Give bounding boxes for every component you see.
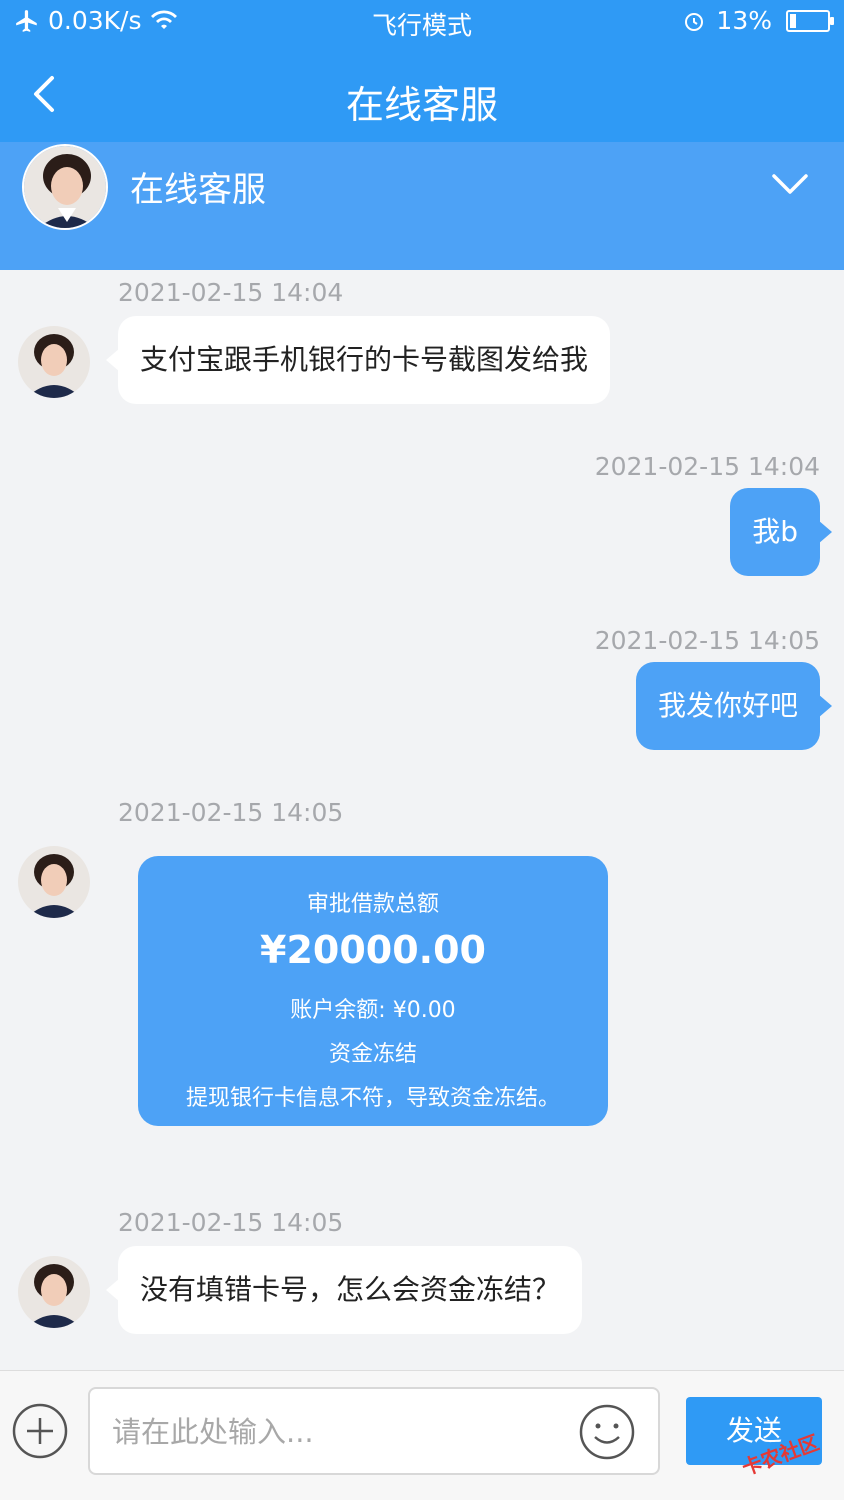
emoji-icon[interactable] <box>578 1403 636 1461</box>
message-timestamp: 2021-02-15 14:05 <box>118 798 344 827</box>
incoming-message-bubble: 支付宝跟手机银行的卡号截图发给我 <box>105 316 611 404</box>
agent-message-avatar <box>18 846 90 918</box>
input-bar: 发送 <box>0 1370 844 1500</box>
plus-icon[interactable] <box>12 1403 68 1459</box>
card-label: 审批借款总额 <box>306 892 439 917</box>
message-timestamp: 2021-02-15 14:04 <box>594 452 820 481</box>
message-timestamp: 2021-02-15 14:05 <box>118 1208 344 1237</box>
agent-message-avatar <box>18 326 90 398</box>
battery-percent: 13% <box>716 6 772 35</box>
outgoing-message-bubble: 我发你好吧 <box>635 662 833 750</box>
message-timestamp: 2021-02-15 14:05 <box>594 626 820 655</box>
outgoing-message-bubble: 我b <box>730 488 832 576</box>
card-status: 资金冻结 <box>328 1042 417 1067</box>
card-amount: ¥20000.00 <box>260 928 486 972</box>
battery-icon <box>786 9 834 32</box>
message-input[interactable] <box>112 1409 572 1455</box>
message-timestamp: 2021-02-15 14:04 <box>118 278 344 307</box>
page-title: 在线客服 <box>345 83 498 127</box>
card-reason: 提现银行卡信息不符，导致资金冻结。 <box>185 1086 560 1111</box>
agent-name: 在线客服 <box>130 170 266 210</box>
agent-message-avatar <box>18 1256 90 1328</box>
card-balance: 账户余额: ¥0.00 <box>290 998 456 1023</box>
status-bar: 0.03K/s 飞行模式 13% <box>0 0 844 44</box>
agent-avatar <box>22 144 108 230</box>
alarm-icon <box>685 12 704 31</box>
chevron-down-icon[interactable] <box>770 170 810 200</box>
message-input-box <box>88 1387 660 1475</box>
nav-bar: 在线客服 <box>0 44 844 142</box>
loan-status-card[interactable]: 审批借款总额 ¥20000.00 账户余额: ¥0.00 资金冻结 提现银行卡信… <box>138 856 608 1126</box>
chat-list[interactable]: 2021-02-15 14:04 支付宝跟手机银行的卡号截图发给我 2021-0… <box>0 270 844 1370</box>
agent-header[interactable]: 在线客服 <box>0 142 844 270</box>
incoming-message-bubble: 没有填错卡号，怎么会资金冻结？ <box>105 1246 583 1334</box>
